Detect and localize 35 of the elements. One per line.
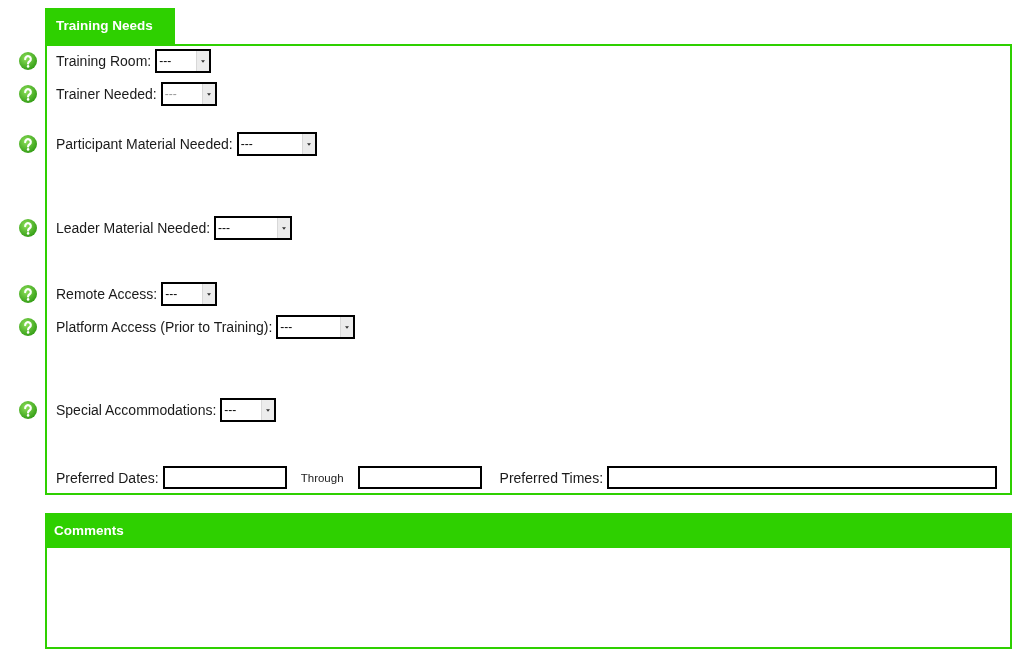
section-title: Training Needs [45, 8, 175, 44]
date-field[interactable] [162, 466, 287, 489]
date-field[interactable] [357, 466, 482, 489]
caret-icon [345, 325, 350, 329]
help-icon[interactable] [19, 318, 37, 336]
caret-icon [201, 59, 206, 63]
caret-icon [306, 142, 311, 146]
caret-icon [266, 408, 271, 412]
help-icon[interactable] [19, 85, 37, 103]
dropdown[interactable]: --- [236, 132, 317, 156]
caret-icon [282, 226, 287, 230]
field-label: Preferred Times: [499, 469, 604, 486]
field-label: Remote Access: [56, 286, 158, 302]
caret-icon [207, 292, 212, 296]
field-label: Platform Access (Prior to Training): [56, 319, 273, 335]
dropdown[interactable]: --- [276, 315, 356, 339]
dropdown[interactable]: --- [155, 49, 212, 73]
caret-icon [206, 92, 211, 96]
help-icon[interactable] [19, 401, 37, 419]
help-icon[interactable] [19, 285, 37, 303]
field-label: Training Room: [56, 53, 152, 69]
help-icon[interactable] [19, 219, 37, 237]
time-field[interactable] [607, 466, 997, 489]
dropdown[interactable]: --- [161, 282, 218, 306]
section-header: Comments [45, 513, 1012, 548]
through-label: Through [300, 471, 344, 484]
field-label: Preferred Dates: [56, 469, 159, 486]
field-label: Trainer Needed: [56, 86, 157, 102]
help-icon[interactable] [19, 135, 37, 153]
field-label: Leader Material Needed: [56, 220, 211, 236]
help-icon[interactable] [19, 52, 37, 70]
field-label: Participant Material Needed: [56, 136, 233, 152]
dropdown[interactable]: --- [220, 398, 277, 422]
dropdown[interactable]: --- [214, 216, 293, 240]
field-label: Special Accommodations: [56, 402, 217, 418]
